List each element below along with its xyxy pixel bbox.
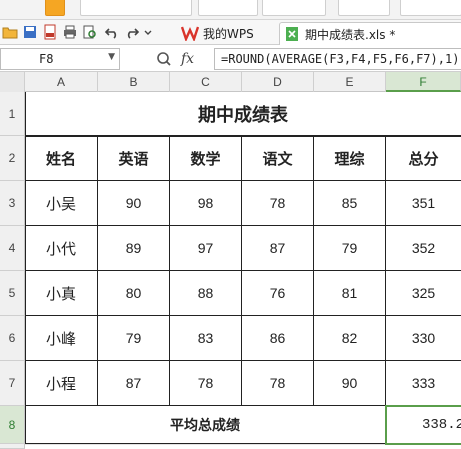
table-cell[interactable]: 79 bbox=[98, 316, 170, 361]
tab-my-wps[interactable]: 我的WPS bbox=[181, 22, 277, 44]
table-cell[interactable]: 87 bbox=[98, 361, 170, 406]
cell-reference: F8 bbox=[39, 52, 54, 66]
ribbon-group bbox=[80, 0, 192, 16]
table-cell[interactable]: 90 bbox=[98, 181, 170, 226]
row-header-5[interactable]: 5 bbox=[0, 271, 25, 316]
table-cell[interactable]: 小代 bbox=[25, 226, 98, 271]
table-cell[interactable]: 90 bbox=[314, 361, 386, 406]
table-cell[interactable]: 351 bbox=[386, 181, 461, 226]
table-cell[interactable]: 80 bbox=[98, 271, 170, 316]
row-header-2[interactable]: 2 bbox=[0, 136, 25, 181]
row-header-3[interactable]: 3 bbox=[0, 181, 25, 226]
table-cell[interactable]: 97 bbox=[170, 226, 242, 271]
table-cell[interactable]: 82 bbox=[314, 316, 386, 361]
row-header-8[interactable]: 8 bbox=[0, 406, 25, 444]
header-cell-math[interactable]: 数学 bbox=[170, 136, 242, 181]
table-cell[interactable]: 325 bbox=[386, 271, 461, 316]
column-header-e[interactable]: E bbox=[314, 72, 386, 92]
sheet-title[interactable]: 期中成绩表 bbox=[25, 92, 461, 136]
save-icon[interactable] bbox=[22, 24, 38, 40]
qa-dropdown-icon[interactable] bbox=[143, 24, 153, 40]
column-header-f[interactable]: F bbox=[386, 72, 461, 92]
table-cell[interactable]: 330 bbox=[386, 316, 461, 361]
table-cell[interactable]: 小程 bbox=[25, 361, 98, 406]
undo-icon[interactable] bbox=[104, 24, 120, 40]
tab-label: 期中成绩表.xls * bbox=[305, 27, 396, 42]
ribbon-group bbox=[400, 0, 461, 16]
insert-function-button[interactable]: fx bbox=[181, 51, 194, 67]
tab-label: 我的WPS bbox=[203, 26, 254, 41]
row-header-9[interactable] bbox=[0, 444, 25, 449]
table-cell[interactable]: 352 bbox=[386, 226, 461, 271]
selected-cell-f8[interactable]: 338.2 bbox=[385, 405, 461, 445]
table-cell[interactable]: 78 bbox=[170, 361, 242, 406]
column-header-b[interactable]: B bbox=[98, 72, 170, 92]
table-cell[interactable]: 88 bbox=[170, 271, 242, 316]
redo-icon[interactable] bbox=[124, 24, 140, 40]
wps-app-icon[interactable] bbox=[45, 0, 65, 16]
table-cell[interactable]: 78 bbox=[242, 361, 314, 406]
formula-bar: F8 ▼ fx =ROUND(AVERAGE(F3,F4,F5,F6,F7),1… bbox=[0, 46, 461, 72]
tab-document[interactable]: 期中成绩表.xls * bbox=[279, 22, 461, 45]
table-cell[interactable]: 78 bbox=[242, 181, 314, 226]
column-header-a[interactable]: A bbox=[25, 72, 98, 92]
table-cell[interactable]: 83 bbox=[170, 316, 242, 361]
table-cell[interactable]: 85 bbox=[314, 181, 386, 226]
table-cell[interactable]: 76 bbox=[242, 271, 314, 316]
wps-logo-icon bbox=[181, 26, 199, 41]
name-box[interactable]: F8 ▼ bbox=[0, 48, 120, 70]
row-header-6[interactable]: 6 bbox=[0, 316, 25, 361]
column-header-row: A B C D E F bbox=[0, 72, 461, 92]
table-cell[interactable]: 98 bbox=[170, 181, 242, 226]
column-header-d[interactable]: D bbox=[242, 72, 314, 92]
table-cell[interactable]: 87 bbox=[242, 226, 314, 271]
row-header-4[interactable]: 4 bbox=[0, 226, 25, 271]
spreadsheet-file-icon bbox=[286, 27, 298, 41]
table-cell[interactable]: 小峰 bbox=[25, 316, 98, 361]
formula-text: =ROUND(AVERAGE(F3,F4,F5,F6,F7),1) bbox=[221, 52, 460, 66]
row-header-7[interactable]: 7 bbox=[0, 361, 25, 406]
chevron-down-icon[interactable]: ▼ bbox=[108, 52, 115, 62]
table-cell[interactable]: 333 bbox=[386, 361, 461, 406]
column-header-c[interactable]: C bbox=[170, 72, 242, 92]
table-cell[interactable]: 81 bbox=[314, 271, 386, 316]
table-cell[interactable]: 小吴 bbox=[25, 181, 98, 226]
header-cell-english[interactable]: 英语 bbox=[98, 136, 170, 181]
open-folder-icon[interactable] bbox=[2, 24, 18, 40]
print-icon[interactable] bbox=[62, 24, 78, 40]
table-cell[interactable]: 89 bbox=[98, 226, 170, 271]
header-cell-total[interactable]: 总分 bbox=[386, 136, 461, 181]
table-cell[interactable]: 86 bbox=[242, 316, 314, 361]
quick-access-bar: 我的WPS 期中成绩表.xls * bbox=[0, 20, 461, 45]
average-label-cell[interactable]: 平均总成绩 bbox=[25, 406, 386, 444]
header-cell-chinese[interactable]: 语文 bbox=[242, 136, 314, 181]
table-cell[interactable]: 小真 bbox=[25, 271, 98, 316]
print-preview-icon[interactable] bbox=[82, 24, 98, 40]
ribbon-strip bbox=[0, 0, 461, 20]
ribbon-group bbox=[262, 0, 326, 16]
ribbon-group bbox=[338, 0, 390, 16]
select-all-corner[interactable] bbox=[0, 72, 25, 92]
ribbon-group bbox=[198, 0, 258, 16]
formula-input[interactable]: =ROUND(AVERAGE(F3,F4,F5,F6,F7),1) bbox=[214, 48, 461, 70]
export-pdf-icon[interactable] bbox=[42, 24, 58, 40]
sheet-table: 期中成绩表 姓名 英语 数学 语文 理综 总分 小吴 90 98 78 85 3… bbox=[25, 92, 461, 445]
header-cell-science[interactable]: 理综 bbox=[314, 136, 386, 181]
zoom-icon[interactable] bbox=[156, 51, 172, 67]
header-cell-name[interactable]: 姓名 bbox=[25, 136, 98, 181]
row-header-1[interactable]: 1 bbox=[0, 92, 25, 136]
table-cell[interactable]: 79 bbox=[314, 226, 386, 271]
